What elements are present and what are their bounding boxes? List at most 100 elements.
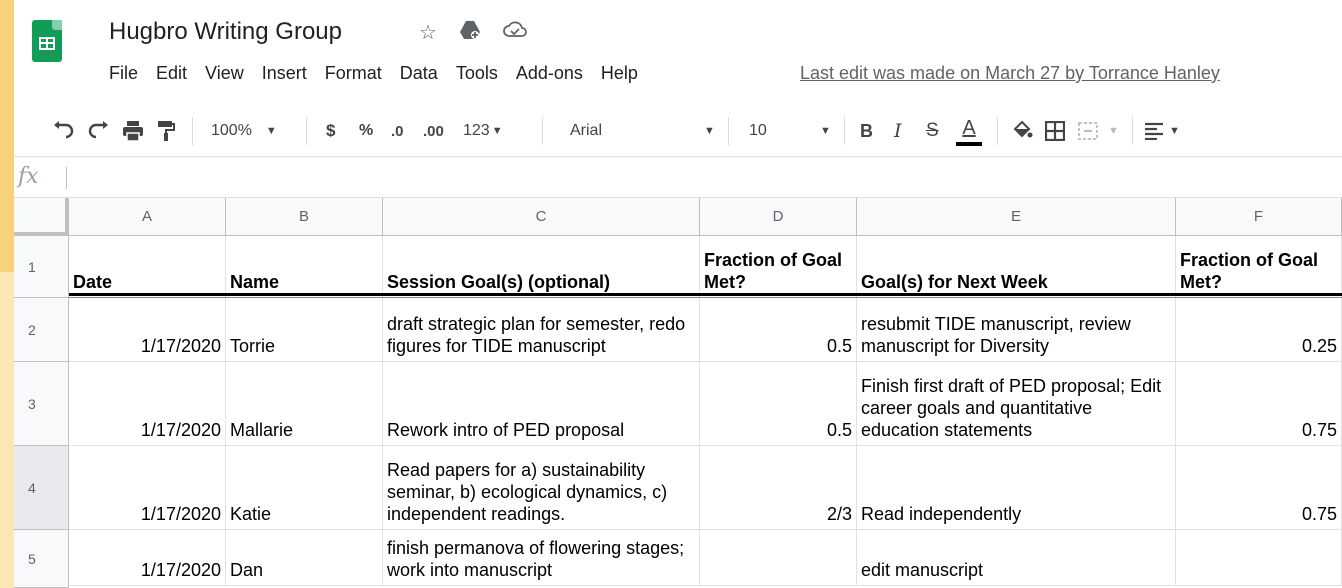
sheets-logo-icon[interactable] [32, 20, 62, 62]
chevron-down-icon[interactable]: ▼ [1169, 108, 1180, 154]
move-to-drive-icon[interactable] [459, 20, 481, 46]
row-number: 2 [28, 321, 36, 338]
cell-text: finish permanova of flowering stages; wo… [387, 538, 685, 580]
chevron-down-icon[interactable]: ▼ [820, 108, 831, 154]
zoom-select[interactable]: 100% ▼ [211, 108, 277, 154]
cell-b1[interactable]: Name [226, 236, 383, 298]
italic-button[interactable]: I [894, 108, 902, 154]
format-percent-button[interactable]: % [359, 108, 373, 154]
cell-a1[interactable]: Date [69, 236, 226, 298]
select-all-corner[interactable] [14, 198, 69, 236]
cell-e1[interactable]: Goal(s) for Next Week [857, 236, 1176, 298]
font-family-select[interactable]: Arial [570, 108, 602, 154]
bold-label: B [860, 120, 873, 141]
star-icon[interactable]: ☆ [419, 20, 437, 46]
cell-text: 0.75 [1301, 504, 1337, 524]
bold-button[interactable]: B [860, 108, 873, 154]
cell-text: Fraction of Goal Met? [1180, 250, 1319, 292]
column-header-e[interactable]: E [857, 198, 1176, 236]
document-title[interactable]: Hugbro Writing Group [109, 18, 342, 46]
column-header-c[interactable]: C [383, 198, 700, 236]
fill-color-icon[interactable] [1011, 108, 1033, 154]
align-left-icon[interactable] [1144, 108, 1164, 154]
cell-a4[interactable]: 1/17/2020 [69, 446, 226, 530]
cell-f3[interactable]: 0.75 [1176, 362, 1342, 446]
cell-d3[interactable]: 0.5 [700, 362, 857, 446]
last-edit-link[interactable]: Last edit was made on March 27 by Torran… [800, 63, 1220, 84]
column-header-a[interactable]: A [69, 198, 226, 236]
cell-text: 1/17/2020 [140, 336, 221, 356]
redo-icon[interactable] [86, 108, 110, 154]
cell-d1[interactable]: Fraction of Goal Met? [700, 236, 857, 298]
cell-c1[interactable]: Session Goal(s) (optional) [383, 236, 700, 298]
cell-a2[interactable]: 1/17/2020 [69, 298, 226, 362]
formula-input[interactable] [76, 167, 1276, 189]
menu-edit[interactable]: Edit [156, 63, 187, 84]
row-header-3[interactable]: 3 [14, 362, 69, 446]
column-header-f[interactable]: F [1176, 198, 1342, 236]
cell-text: Dan [230, 560, 264, 580]
chevron-down-icon[interactable]: ▼ [704, 108, 715, 154]
italic-label: I [894, 120, 902, 142]
menu-bar: File Edit View Insert Format Data Tools … [109, 63, 656, 84]
menu-tools[interactable]: Tools [456, 63, 498, 84]
cell-text: Mallarie [230, 420, 294, 440]
decrease-decimal-button[interactable]: .0 [391, 108, 404, 154]
cell-f4[interactable]: 0.75 [1176, 446, 1342, 530]
paint-format-icon[interactable] [156, 108, 176, 154]
cell-text: 2/3 [826, 504, 852, 524]
row-header-5[interactable]: 5 [14, 530, 69, 588]
cell-d5[interactable] [700, 530, 857, 586]
cloud-saved-icon[interactable] [503, 20, 527, 46]
column-header-d[interactable]: D [700, 198, 857, 236]
cell-c4[interactable]: Read papers for a) sustainability semina… [383, 446, 700, 530]
cell-text: Finish first draft of PED proposal; Edit… [861, 376, 1162, 440]
cell-a3[interactable]: 1/17/2020 [69, 362, 226, 446]
strike-label: S [926, 120, 939, 141]
menu-view[interactable]: View [205, 63, 244, 84]
strikethrough-button[interactable]: S [926, 108, 939, 154]
menu-insert[interactable]: Insert [262, 63, 307, 84]
borders-icon[interactable] [1045, 108, 1065, 154]
cell-c5[interactable]: finish permanova of flowering stages; wo… [383, 530, 700, 586]
cell-f2[interactable]: 0.25 [1176, 298, 1342, 362]
text-color-button[interactable]: A [956, 108, 982, 154]
more-formats-button[interactable]: 123 ▼ [463, 108, 503, 154]
cell-d4[interactable]: 2/3 [700, 446, 857, 530]
row-header-4[interactable]: 4 [14, 446, 69, 530]
cell-b4[interactable]: Katie [226, 446, 383, 530]
print-icon[interactable] [122, 108, 144, 154]
format-currency-button[interactable]: $ [326, 108, 335, 154]
cell-text: Torrie [230, 336, 276, 356]
cell-f1[interactable]: Fraction of Goal Met? [1176, 236, 1342, 298]
increase-decimal-button[interactable]: .00 [423, 108, 444, 154]
menu-add-ons[interactable]: Add-ons [516, 63, 583, 84]
menu-format[interactable]: Format [325, 63, 382, 84]
row-header-1[interactable]: 1 [14, 236, 69, 298]
cell-text: Date [73, 272, 113, 292]
cell-e3[interactable]: Finish first draft of PED proposal; Edit… [857, 362, 1176, 446]
spreadsheet-window: Hugbro Writing Group ☆ File Edit View In… [14, 0, 1342, 588]
menu-file[interactable]: File [109, 63, 138, 84]
merge-cells-icon[interactable] [1078, 108, 1098, 154]
cell-b3[interactable]: Mallarie [226, 362, 383, 446]
cell-text: Read papers for a) sustainability semina… [387, 460, 668, 524]
menu-help[interactable]: Help [601, 63, 638, 84]
chevron-down-icon: ▼ [491, 125, 503, 137]
cell-c2[interactable]: draft strategic plan for semester, redo … [383, 298, 700, 362]
row-header-2[interactable]: 2 [14, 298, 69, 362]
cell-d2[interactable]: 0.5 [700, 298, 857, 362]
cell-e5[interactable]: edit manuscript [857, 530, 1176, 586]
cell-c3[interactable]: Rework intro of PED proposal [383, 362, 700, 446]
cell-a5[interactable]: 1/17/2020 [69, 530, 226, 586]
undo-icon[interactable] [52, 108, 76, 154]
cell-b5[interactable]: Dan [226, 530, 383, 586]
column-header-b[interactable]: B [226, 198, 383, 236]
chevron-down-icon[interactable]: ▼ [1108, 108, 1119, 154]
cell-b2[interactable]: Torrie [226, 298, 383, 362]
font-size-select[interactable]: 10 [749, 108, 767, 154]
cell-e4[interactable]: Read independently [857, 446, 1176, 530]
cell-f5[interactable] [1176, 530, 1342, 586]
menu-data[interactable]: Data [400, 63, 438, 84]
cell-e2[interactable]: resubmit TIDE manuscript, review manuscr… [857, 298, 1176, 362]
